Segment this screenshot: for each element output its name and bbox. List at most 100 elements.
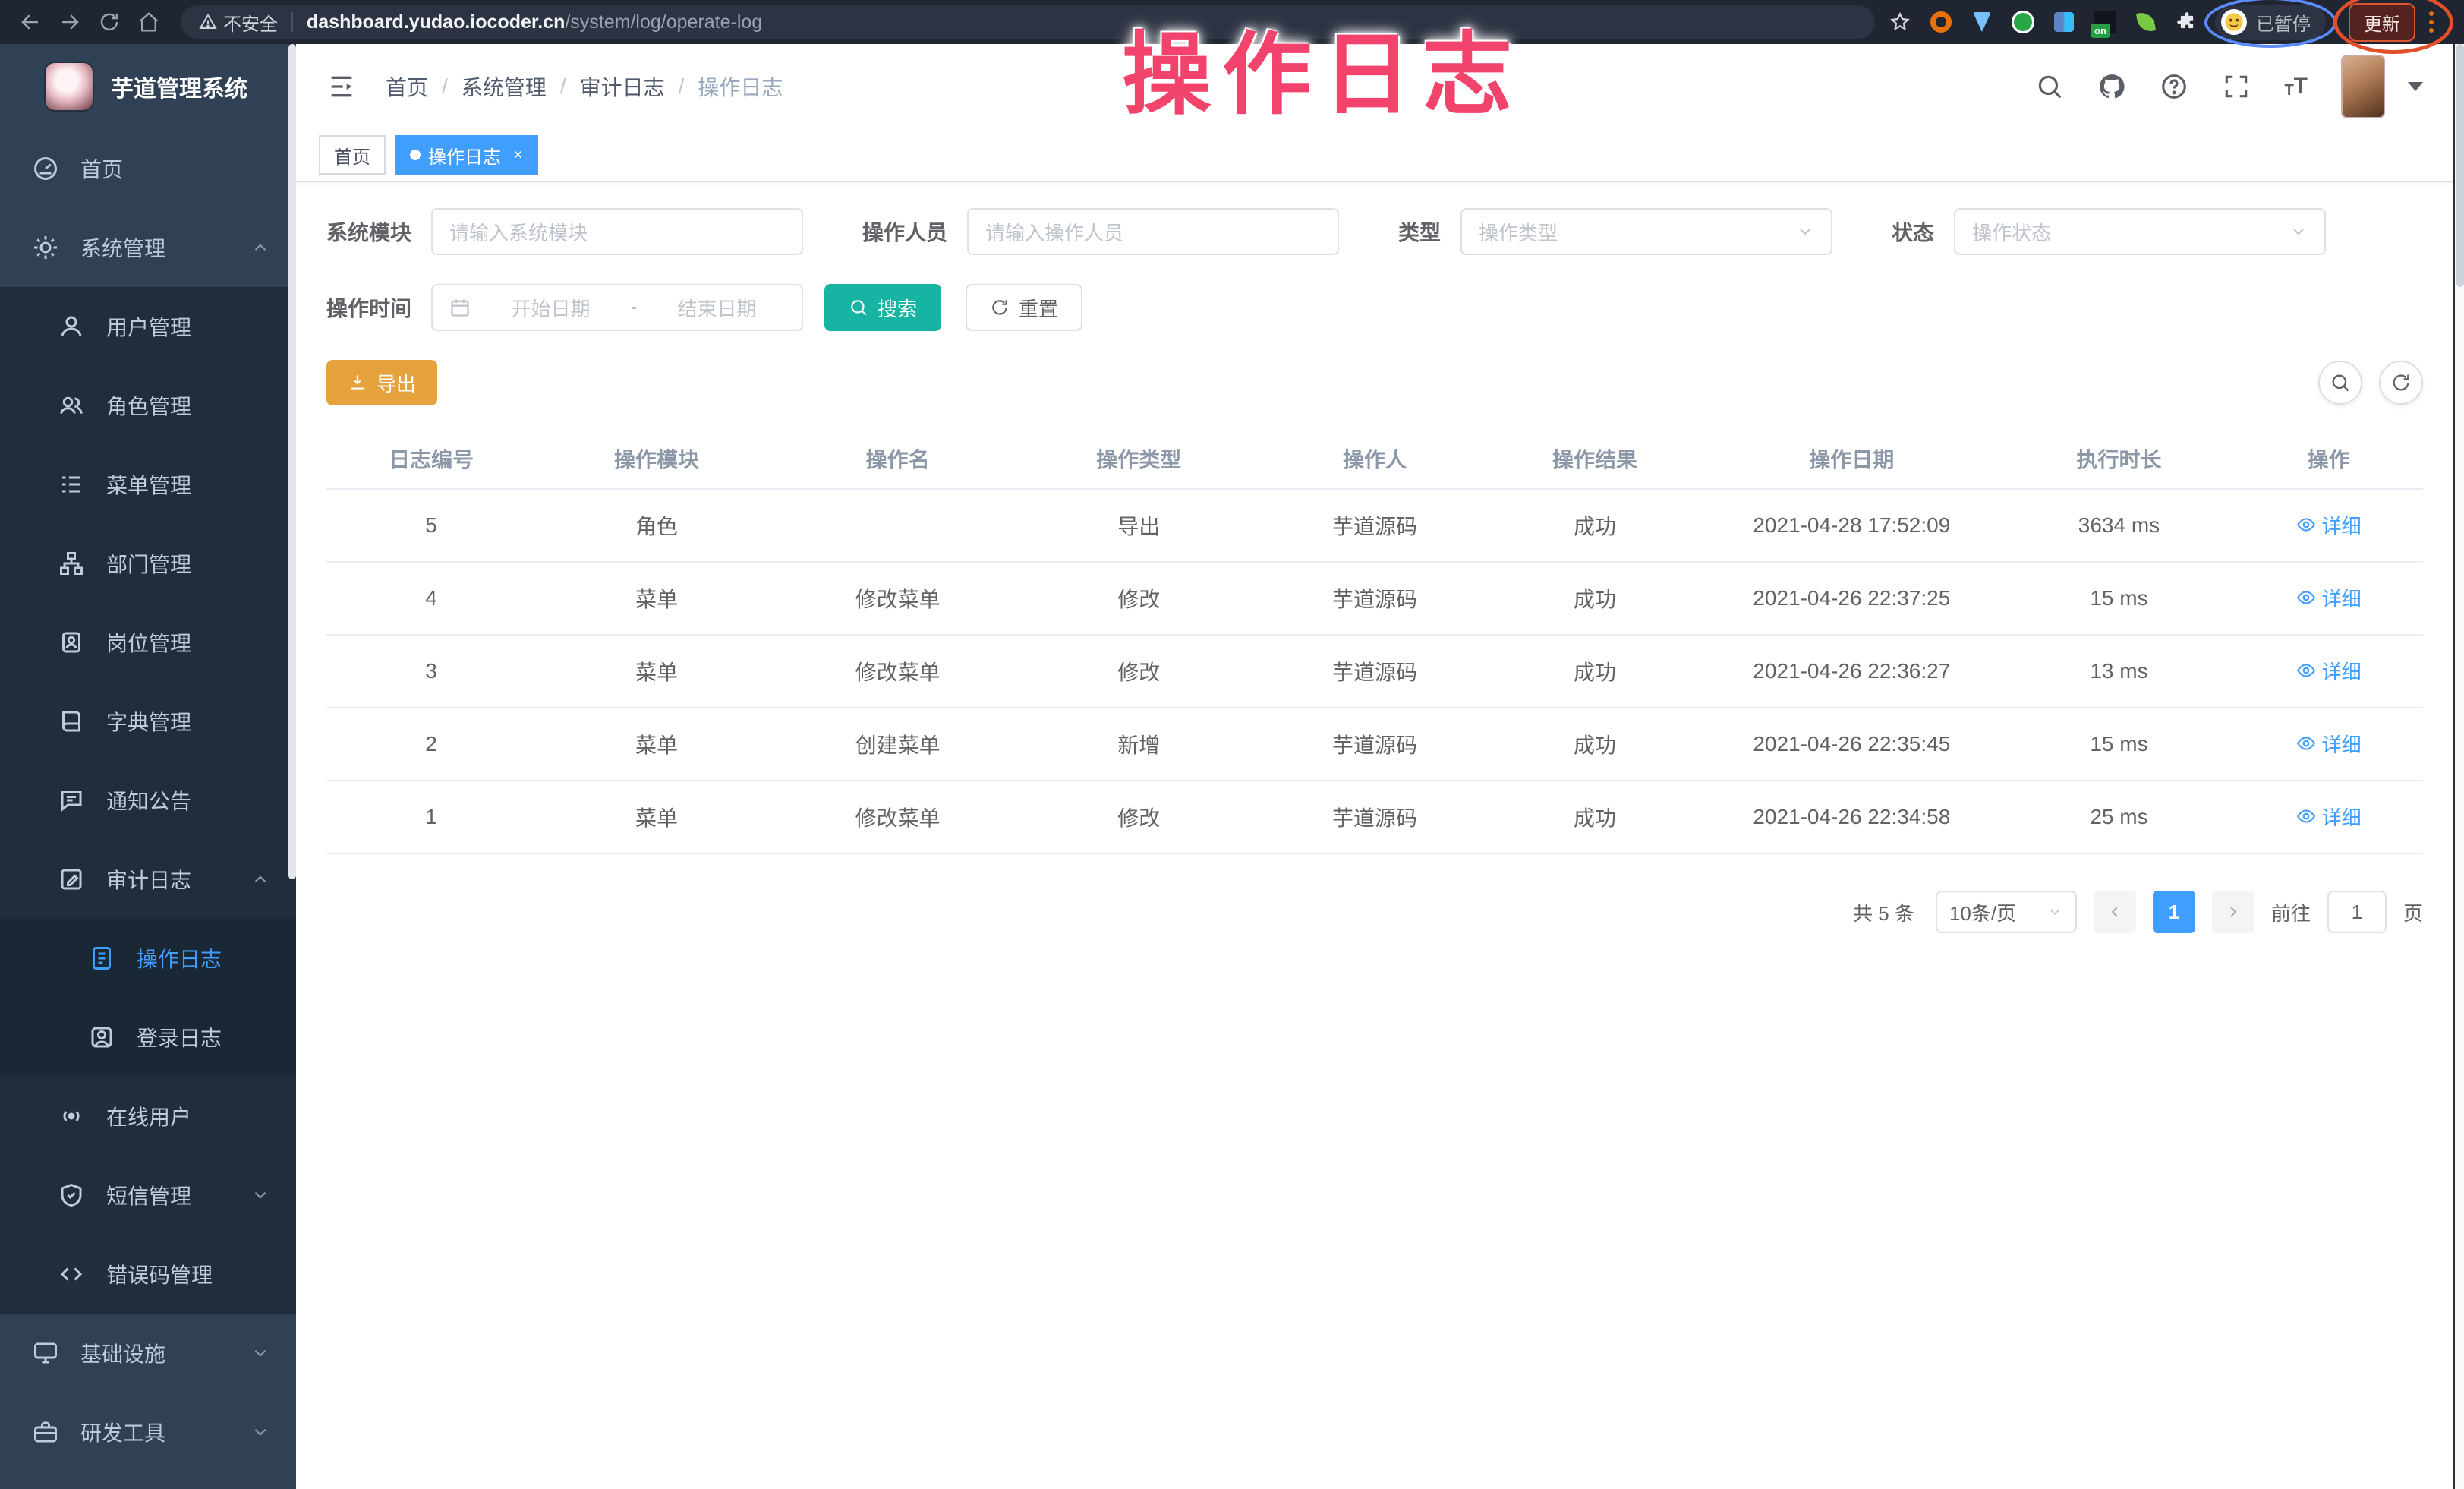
operator-input[interactable]: 请输入操作人员 — [967, 208, 1339, 255]
sidebar-item-home[interactable]: 首页 — [0, 129, 296, 208]
breadcrumb-audit-log[interactable]: 审计日志 — [580, 71, 665, 102]
page-size-select[interactable]: 10条/页 — [1936, 891, 2077, 933]
start-date-placeholder: 开始日期 — [483, 294, 619, 322]
tab-operate-log[interactable]: 操作日志 × — [395, 135, 538, 175]
shield-check-icon — [58, 1181, 85, 1209]
search-button[interactable]: 搜索 — [824, 284, 941, 331]
user-avatar[interactable] — [2341, 55, 2385, 118]
table-row: 3 菜单 修改菜单 修改 芋道源码 成功 2021-04-26 22:36:27… — [326, 635, 2423, 708]
chevron-up-icon — [250, 869, 270, 889]
refresh-table-button[interactable] — [2379, 361, 2423, 405]
sidebar-item-dev-tools[interactable]: 研发工具 — [0, 1393, 296, 1472]
extension-blue-drop-icon[interactable] — [1969, 9, 1995, 35]
toggle-search-button[interactable] — [2318, 361, 2362, 405]
not-secure-warning-icon[interactable]: 不安全 — [199, 9, 278, 36]
extension-switch-icon[interactable]: on — [2092, 9, 2118, 35]
tab-home[interactable]: 首页 — [319, 135, 386, 175]
document-icon — [88, 945, 115, 972]
breadcrumb-home[interactable]: 首页 — [386, 71, 428, 102]
list-icon — [58, 471, 85, 498]
col-module: 操作模块 — [536, 428, 777, 489]
page-content: 系统模块 请输入系统模块 操作人员 请输入操作人员 类型 操作类型 状态 — [296, 182, 2453, 933]
date-range-picker[interactable]: 开始日期 - 结束日期 — [431, 284, 803, 331]
table-header-row: 日志编号 操作模块 操作名 操作类型 操作人 操作结果 操作日期 执行时长 操作 — [326, 428, 2423, 489]
refresh-icon — [2390, 372, 2412, 393]
extension-orange-ring-icon[interactable] — [1928, 9, 1954, 35]
caret-down-icon[interactable] — [2408, 82, 2423, 91]
status-select[interactable]: 操作状态 — [1954, 208, 2326, 255]
detail-link[interactable]: 详细 — [2296, 584, 2362, 612]
detail-link[interactable]: 详细 — [2296, 803, 2362, 831]
next-page-button[interactable] — [2212, 891, 2254, 933]
prev-page-button[interactable] — [2094, 891, 2136, 933]
page-scrollbar[interactable] — [2453, 44, 2464, 1489]
chevron-right-icon — [2224, 903, 2242, 921]
browser-forward-button[interactable] — [50, 5, 90, 39]
sidebar-item-login-log[interactable]: 登录日志 — [0, 998, 296, 1077]
browser-update-button[interactable]: 更新 — [2349, 3, 2415, 42]
sidebar-item-operate-log[interactable]: 操作日志 — [0, 919, 296, 998]
sidebar-item-menu-management[interactable]: 菜单管理 — [0, 445, 296, 524]
profile-paused-pill[interactable]: 已暂停 — [2215, 5, 2326, 40]
url-divider — [291, 12, 293, 32]
browser-extensions-area: on 已暂停 更新 — [1887, 0, 2453, 45]
sidebar-item-role-management[interactable]: 角色管理 — [0, 366, 296, 445]
sidebar-item-audit-log[interactable]: 审计日志 — [0, 840, 296, 919]
bookmark-star-icon[interactable] — [1887, 9, 1913, 35]
app-logo-row[interactable]: 芋道管理系统 — [0, 44, 296, 129]
detail-link[interactable]: 详细 — [2296, 511, 2362, 539]
scrollbar-thumb[interactable] — [2456, 44, 2464, 287]
sidebar-scrollbar[interactable] — [288, 44, 296, 879]
sidebar-item-infrastructure[interactable]: 基础设施 — [0, 1314, 296, 1393]
chevron-down-icon — [250, 1343, 270, 1363]
breadcrumb-operate-log: 操作日志 — [698, 71, 783, 102]
sidebar-menu: 首页 系统管理 用户管理 角色管理 菜单管理 部门管理 — [0, 129, 296, 1472]
export-button[interactable]: 导出 — [326, 360, 437, 405]
extension-leaf-icon[interactable] — [2133, 9, 2159, 35]
browser-reload-button[interactable] — [90, 5, 129, 39]
detail-link[interactable]: 详细 — [2296, 657, 2362, 685]
contact-card-icon — [88, 1024, 115, 1051]
monitor-icon — [32, 1339, 59, 1367]
fullscreen-icon[interactable] — [2222, 72, 2251, 101]
github-icon[interactable] — [2097, 72, 2126, 101]
detail-link[interactable]: 详细 — [2296, 730, 2362, 758]
emoji-avatar-icon — [2221, 9, 2247, 35]
address-bar[interactable]: 不安全 dashboard.yudao.iocoder.cn/system/lo… — [181, 5, 1875, 39]
sidebar-item-dict-management[interactable]: 字典管理 — [0, 682, 296, 761]
sidebar-item-post-management[interactable]: 岗位管理 — [0, 603, 296, 682]
sidebar-item-online-users[interactable]: 在线用户 — [0, 1077, 296, 1156]
type-select[interactable]: 操作类型 — [1460, 208, 1832, 255]
sidebar-item-user-management[interactable]: 用户管理 — [0, 287, 296, 366]
message-icon — [58, 787, 85, 814]
browser-home-button[interactable] — [129, 5, 169, 39]
menu-fold-icon[interactable] — [326, 71, 357, 102]
browser-menu-kebab-icon[interactable] — [2425, 10, 2438, 34]
font-size-icon[interactable]: TT — [2284, 75, 2308, 98]
book-icon — [58, 708, 85, 735]
search-icon — [2330, 372, 2351, 393]
extension-green-circle-icon[interactable] — [2010, 9, 2036, 35]
breadcrumb-system[interactable]: 系统管理 — [462, 71, 547, 102]
navbar-actions: TT — [2035, 55, 2423, 118]
sidebar-item-sms-management[interactable]: 短信管理 — [0, 1156, 296, 1235]
sidebar: 芋道管理系统 首页 系统管理 用户管理 角色管理 菜单管理 — [0, 44, 296, 1489]
col-result: 操作结果 — [1490, 428, 1700, 489]
module-input[interactable]: 请输入系统模块 — [431, 208, 803, 255]
browser-back-button[interactable] — [11, 5, 50, 39]
search-icon[interactable] — [2035, 72, 2064, 101]
goto-page-input[interactable] — [2327, 891, 2387, 933]
goto-label: 前往 — [2271, 898, 2311, 926]
sidebar-item-error-code-management[interactable]: 错误码管理 — [0, 1235, 296, 1314]
search-icon — [849, 298, 868, 317]
extension-blue-grid-icon[interactable] — [2051, 9, 2077, 35]
sidebar-item-department-management[interactable]: 部门管理 — [0, 524, 296, 603]
help-icon[interactable] — [2160, 72, 2188, 101]
page-number-1[interactable]: 1 — [2153, 891, 2195, 933]
extensions-puzzle-icon[interactable] — [2174, 9, 2200, 35]
sidebar-item-system-management[interactable]: 系统管理 — [0, 208, 296, 287]
close-tab-icon[interactable]: × — [513, 145, 523, 165]
reset-button[interactable]: 重置 — [966, 284, 1082, 331]
sidebar-item-notice[interactable]: 通知公告 — [0, 761, 296, 840]
url-host: dashboard.yudao.iocoder.cn — [307, 11, 565, 33]
